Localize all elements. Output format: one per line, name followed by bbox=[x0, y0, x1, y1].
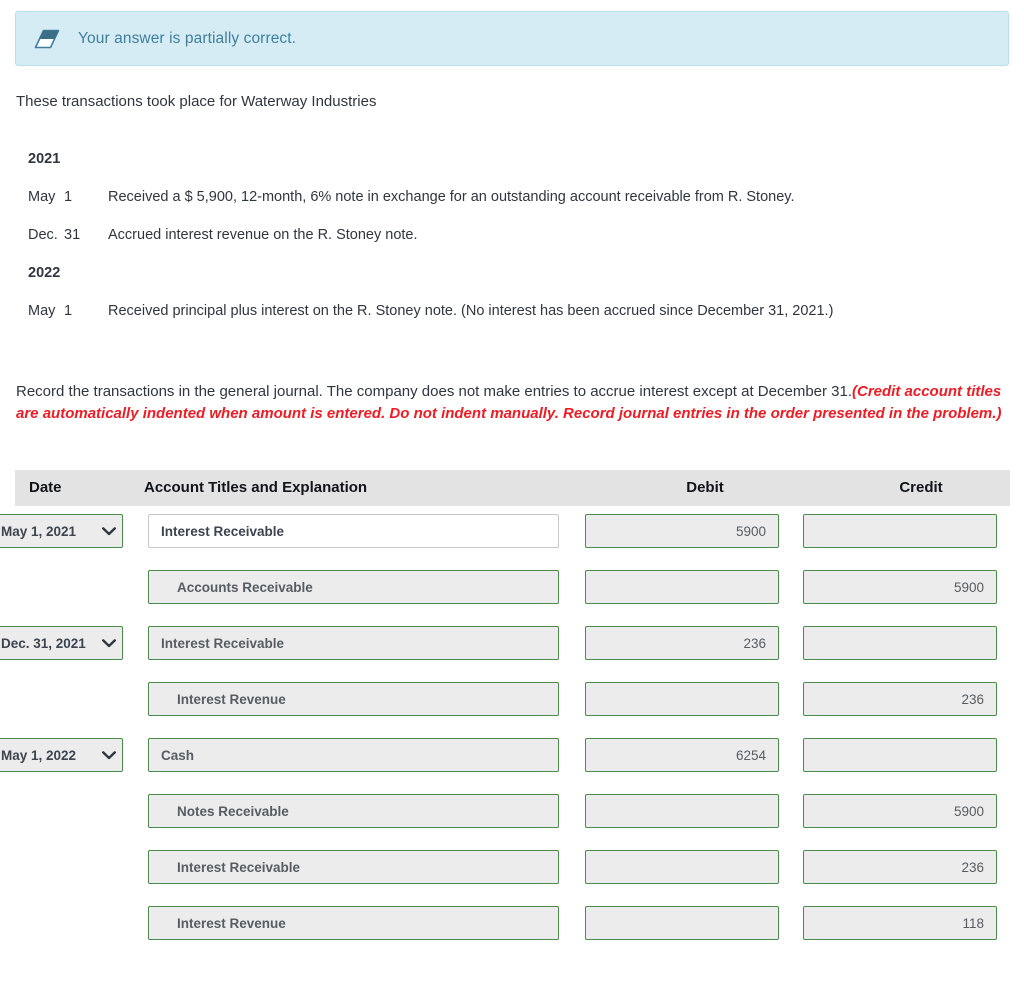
account-title-value-5: Cash bbox=[161, 747, 195, 763]
transaction-month: May bbox=[28, 189, 56, 205]
debit-input-7[interactable] bbox=[585, 850, 779, 884]
account-title-input-1[interactable]: Interest Receivable bbox=[148, 514, 559, 548]
account-title-value-3: Interest Receivable bbox=[161, 635, 285, 651]
account-title-value-1: Interest Receivable bbox=[161, 523, 285, 539]
account-title-input-5[interactable]: Cash bbox=[148, 738, 559, 772]
journal-row: May 1, 2022 Cash 6254 bbox=[0, 730, 1024, 786]
credit-input-8[interactable]: 118 bbox=[803, 906, 997, 940]
chevron-down-icon bbox=[96, 750, 122, 760]
column-header-date: Date bbox=[29, 479, 62, 496]
transaction-year-heading: 2021 bbox=[28, 151, 61, 167]
date-select-1[interactable]: May 1, 2021 bbox=[0, 514, 123, 548]
journal-entry-table: Date Account Titles and Explanation Debi… bbox=[0, 470, 1024, 954]
journal-row: Interest Revenue 118 bbox=[0, 898, 1024, 954]
account-title-value-2: Accounts Receivable bbox=[177, 579, 313, 595]
journal-body: May 1, 2021 Interest Receivable 5900 Acc… bbox=[0, 506, 1024, 954]
transaction-month: Dec. bbox=[28, 227, 58, 243]
debit-input-2[interactable] bbox=[585, 570, 779, 604]
credit-value-2: 5900 bbox=[953, 579, 984, 595]
account-title-value-4: Interest Revenue bbox=[177, 691, 286, 707]
credit-value-8: 118 bbox=[962, 915, 984, 931]
debit-input-3[interactable]: 236 bbox=[585, 626, 779, 660]
intro-text: These transactions took place for Waterw… bbox=[16, 93, 377, 110]
chevron-down-icon bbox=[96, 638, 122, 648]
debit-value-1: 5900 bbox=[735, 523, 766, 539]
debit-value-3: 236 bbox=[743, 635, 766, 651]
date-select-2-value: Dec. 31, 2021 bbox=[1, 635, 86, 651]
account-title-value-8: Interest Revenue bbox=[177, 915, 286, 931]
status-banner-text: Your answer is partially correct. bbox=[78, 29, 297, 47]
column-header-credit: Credit bbox=[899, 479, 943, 496]
debit-input-8[interactable] bbox=[585, 906, 779, 940]
transaction-description: Received a $ 5,900, 12-month, 6% note in… bbox=[108, 189, 795, 205]
account-title-input-7[interactable]: Interest Receivable bbox=[148, 850, 559, 884]
transaction-day: 31 bbox=[64, 227, 81, 243]
transaction-row: Dec. 31 Accrued interest revenue on the … bbox=[0, 216, 1024, 254]
eraser-icon bbox=[34, 29, 60, 48]
account-title-input-8[interactable]: Interest Revenue bbox=[148, 906, 559, 940]
credit-input-5[interactable] bbox=[803, 738, 997, 772]
credit-input-3[interactable] bbox=[803, 626, 997, 660]
credit-value-4: 236 bbox=[961, 691, 984, 707]
transaction-day: 1 bbox=[64, 189, 73, 205]
journal-header-row: Date Account Titles and Explanation Debi… bbox=[15, 470, 1010, 506]
date-select-2[interactable]: Dec. 31, 2021 bbox=[0, 626, 123, 660]
debit-input-5[interactable]: 6254 bbox=[585, 738, 779, 772]
chevron-down-icon bbox=[96, 526, 122, 536]
column-header-account-titles: Account Titles and Explanation bbox=[144, 479, 368, 496]
transaction-row: May 1 Received a $ 5,900, 12-month, 6% n… bbox=[0, 178, 1024, 216]
date-select-1-value: May 1, 2021 bbox=[1, 523, 77, 539]
credit-input-2[interactable]: 5900 bbox=[803, 570, 997, 604]
journal-row: Accounts Receivable 5900 bbox=[0, 562, 1024, 618]
transaction-day: 1 bbox=[64, 303, 73, 319]
account-title-input-6[interactable]: Notes Receivable bbox=[148, 794, 559, 828]
transaction-description: Received principal plus interest on the … bbox=[108, 303, 834, 319]
transaction-year-heading: 2022 bbox=[28, 265, 61, 281]
instructions-main: Record the transactions in the general j… bbox=[16, 383, 853, 400]
account-title-value-6: Notes Receivable bbox=[177, 803, 289, 819]
account-title-value-7: Interest Receivable bbox=[177, 859, 301, 875]
journal-row: Interest Receivable 236 bbox=[0, 842, 1024, 898]
transaction-description: Accrued interest revenue on the R. Stone… bbox=[108, 227, 418, 243]
account-title-input-3[interactable]: Interest Receivable bbox=[148, 626, 559, 660]
column-header-debit: Debit bbox=[686, 479, 724, 496]
journal-row: Notes Receivable 5900 bbox=[0, 786, 1024, 842]
instructions-paragraph: Record the transactions in the general j… bbox=[16, 381, 1004, 425]
credit-value-6: 5900 bbox=[953, 803, 984, 819]
status-banner: Your answer is partially correct. bbox=[15, 11, 1009, 66]
journal-row: Interest Revenue 236 bbox=[0, 674, 1024, 730]
debit-input-4[interactable] bbox=[585, 682, 779, 716]
account-title-input-4[interactable]: Interest Revenue bbox=[148, 682, 559, 716]
date-select-3[interactable]: May 1, 2022 bbox=[0, 738, 123, 772]
date-select-3-value: May 1, 2022 bbox=[1, 747, 77, 763]
credit-input-1[interactable] bbox=[803, 514, 997, 548]
journal-row: May 1, 2021 Interest Receivable 5900 bbox=[0, 506, 1024, 562]
account-title-input-2[interactable]: Accounts Receivable bbox=[148, 570, 559, 604]
debit-input-1[interactable]: 5900 bbox=[585, 514, 779, 548]
transaction-list: 2021 May 1 Received a $ 5,900, 12-month,… bbox=[0, 140, 1024, 330]
transaction-row: May 1 Received principal plus interest o… bbox=[0, 292, 1024, 330]
credit-value-7: 236 bbox=[961, 859, 984, 875]
credit-input-7[interactable]: 236 bbox=[803, 850, 997, 884]
debit-value-5: 6254 bbox=[735, 747, 766, 763]
credit-input-6[interactable]: 5900 bbox=[803, 794, 997, 828]
debit-input-6[interactable] bbox=[585, 794, 779, 828]
transaction-month: May bbox=[28, 303, 56, 319]
journal-row: Dec. 31, 2021 Interest Receivable 236 bbox=[0, 618, 1024, 674]
credit-input-4[interactable]: 236 bbox=[803, 682, 997, 716]
